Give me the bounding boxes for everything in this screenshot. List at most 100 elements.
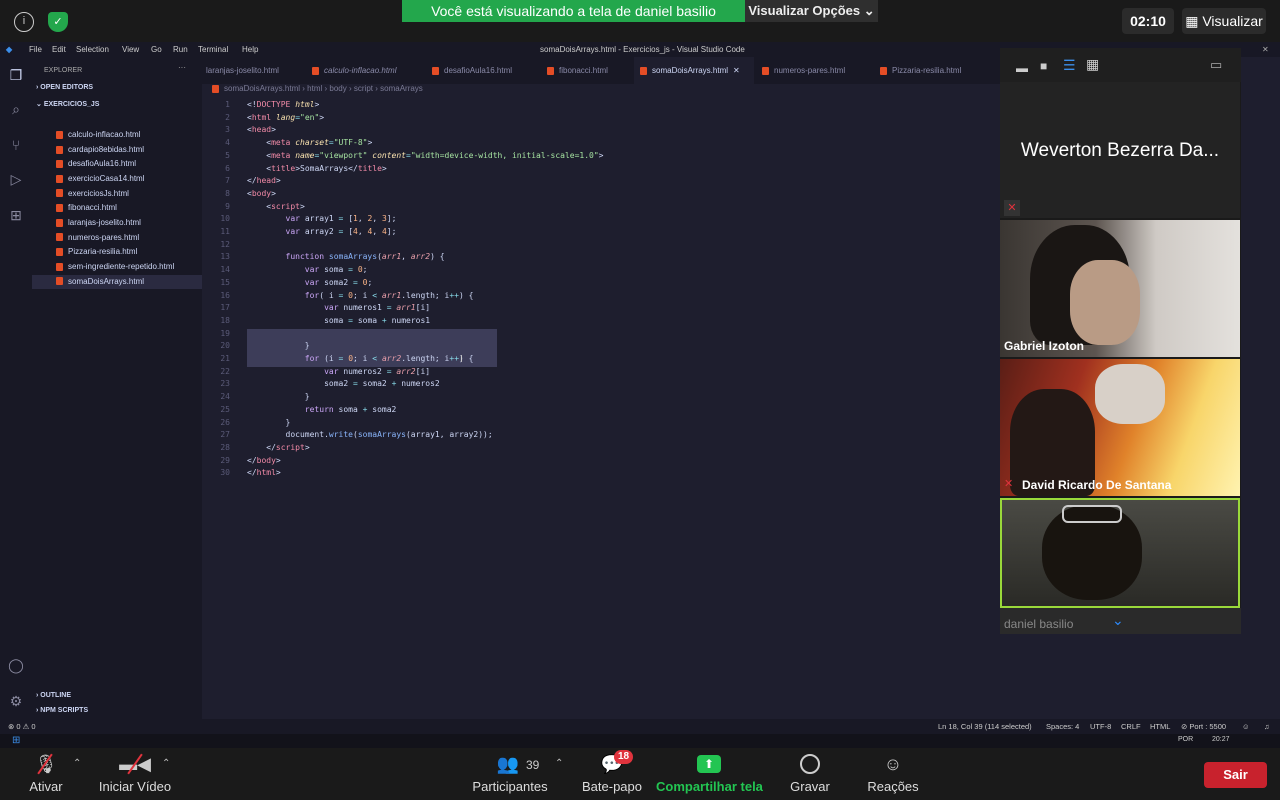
- breadcrumb-item[interactable]: somaDoisArrays.html: [224, 84, 300, 93]
- code-line[interactable]: 4 <meta charset="UTF-8">: [202, 137, 1000, 150]
- code-line[interactable]: 9 <script>: [202, 201, 1000, 214]
- folder-section[interactable]: ⌄ EXERCICIOS_JS: [36, 100, 99, 108]
- leave-meeting-button[interactable]: Sair: [1204, 762, 1267, 788]
- minimize-view-icon[interactable]: ▬: [1016, 61, 1028, 75]
- code-line[interactable]: 12: [202, 239, 1000, 252]
- chevron-down-icon[interactable]: ⌄: [1112, 612, 1124, 629]
- participant-tile[interactable]: Weverton Bezerra Da... ✕: [1000, 82, 1240, 218]
- popout-icon[interactable]: ▭: [1210, 57, 1222, 73]
- unmute-button[interactable]: 🎙 Ativar: [20, 748, 72, 800]
- feedback-icon[interactable]: ☺: [1242, 719, 1250, 734]
- view-button[interactable]: ▦ Visualizar: [1182, 8, 1266, 34]
- close-window-icon[interactable]: ✕: [1262, 42, 1269, 57]
- share-screen-button[interactable]: ⬆ Compartilhar tela: [656, 748, 763, 800]
- file-item[interactable]: cardapio8ebidas.html: [56, 143, 144, 157]
- tab-numeros-pares[interactable]: numeros-pares.html: [762, 57, 845, 84]
- strip-view-icon[interactable]: ☰: [1063, 57, 1076, 74]
- code-line[interactable]: 21 for (i = 0; i < arr2.length; i++) {: [202, 353, 1000, 366]
- file-item[interactable]: numeros-pares.html: [56, 231, 139, 245]
- file-item[interactable]: desafioAula16.html: [56, 157, 136, 171]
- file-item[interactable]: Pizzaria-resilia.html: [56, 245, 137, 259]
- tab-somaDoisArrays[interactable]: somaDoisArrays.html ✕: [634, 57, 754, 84]
- menu-file[interactable]: File: [29, 42, 42, 57]
- breadcrumb-item[interactable]: somaArrays: [380, 84, 423, 93]
- code-line[interactable]: 30 </html>: [202, 467, 1000, 480]
- extensions-icon[interactable]: ⊞: [6, 205, 26, 225]
- menu-selection[interactable]: Selection: [76, 42, 109, 57]
- code-line[interactable]: 20 }: [202, 340, 1000, 353]
- code-editor[interactable]: somaDoisArrays.html › html › body › scri…: [202, 84, 1000, 719]
- code-line[interactable]: 18 soma = soma + numeros1: [202, 315, 1000, 328]
- breadcrumb-item[interactable]: html: [307, 84, 322, 93]
- code-line[interactable]: 6 <title>SomaArrays</title>: [202, 163, 1000, 176]
- view-options-button[interactable]: Visualizar Opções ⌄: [745, 0, 878, 22]
- code-line[interactable]: 8 <body>: [202, 188, 1000, 201]
- breadcrumb-item[interactable]: body: [329, 84, 346, 93]
- tab-laranjas[interactable]: laranjas-joselito.html: [206, 57, 279, 84]
- tab-calculo[interactable]: calculo-inflacao.html: [312, 57, 396, 84]
- chevron-up-icon[interactable]: ⌃: [555, 758, 563, 769]
- live-server-port[interactable]: ⊘ Port : 5500: [1181, 719, 1226, 734]
- code-line[interactable]: 23 soma2 = soma2 + numeros2: [202, 378, 1000, 391]
- participants-button[interactable]: 👥 39 Participantes: [470, 748, 550, 800]
- code-line[interactable]: 27 document.write(somaArrays(array1, arr…: [202, 429, 1000, 442]
- code-line[interactable]: 22 var numeros2 = arr2[i]: [202, 366, 1000, 379]
- code-line[interactable]: 19: [202, 328, 1000, 341]
- breadcrumb-item[interactable]: script: [354, 84, 373, 93]
- source-control-icon[interactable]: ⑂: [6, 135, 26, 155]
- chevron-up-icon[interactable]: ⌃: [162, 758, 170, 769]
- chat-button[interactable]: 💬 18 Bate-papo: [578, 748, 646, 800]
- npm-scripts-section[interactable]: › NPM SCRIPTS: [36, 707, 88, 714]
- code-line[interactable]: 17 var numeros1 = arr1[i]: [202, 302, 1000, 315]
- file-item[interactable]: laranjas-joselito.html: [56, 216, 141, 230]
- code-line[interactable]: 13 function somaArrays(arr1, arr2) {: [202, 251, 1000, 264]
- start-video-button[interactable]: ▬◀ Iniciar Vídeo: [98, 748, 172, 800]
- language-mode[interactable]: HTML: [1150, 719, 1170, 734]
- code-line[interactable]: 26 }: [202, 417, 1000, 430]
- cursor-position[interactable]: Ln 18, Col 39 (114 selected): [938, 719, 1032, 734]
- code-line[interactable]: 2 <html lang="en">: [202, 112, 1000, 125]
- speaker-view-icon[interactable]: ■: [1040, 59, 1047, 73]
- search-icon[interactable]: ⌕: [6, 99, 26, 119]
- code-line[interactable]: 5 <meta name="viewport" content="width=d…: [202, 150, 1000, 163]
- file-item[interactable]: calculo-inflacao.html: [56, 128, 140, 142]
- problems-indicator[interactable]: ⊗ 0 ⚠ 0: [8, 719, 36, 734]
- menu-edit[interactable]: Edit: [52, 42, 66, 57]
- menu-run[interactable]: Run: [173, 42, 188, 57]
- reactions-button[interactable]: ☺ Reações: [862, 748, 924, 800]
- code-line[interactable]: 3 <head>: [202, 124, 1000, 137]
- outline-section[interactable]: › OUTLINE: [36, 692, 71, 699]
- code-line[interactable]: 24 }: [202, 391, 1000, 404]
- run-debug-icon[interactable]: ▷: [6, 169, 26, 189]
- open-editors-section[interactable]: › OPEN EDITORS: [36, 84, 93, 91]
- menu-go[interactable]: Go: [151, 42, 162, 57]
- info-icon[interactable]: i: [14, 12, 34, 32]
- code-line[interactable]: 14 var soma = 0;: [202, 264, 1000, 277]
- file-item[interactable]: exerciciosJs.html: [56, 187, 129, 201]
- code-line[interactable]: 10 var array1 = [1, 2, 3];: [202, 213, 1000, 226]
- file-item[interactable]: fibonacci.html: [56, 201, 117, 215]
- record-button[interactable]: Gravar: [782, 748, 838, 800]
- chevron-up-icon[interactable]: ⌃: [73, 758, 81, 769]
- code-line[interactable]: 11 var array2 = [4, 4, 4];: [202, 226, 1000, 239]
- code-line[interactable]: 16 for( i = 0; i < arr1.length; i++) {: [202, 290, 1000, 303]
- code-line[interactable]: 28 </script>: [202, 442, 1000, 455]
- close-tab-icon[interactable]: ✕: [733, 66, 740, 75]
- settings-gear-icon[interactable]: ⚙: [6, 691, 26, 711]
- menu-terminal[interactable]: Terminal: [198, 42, 228, 57]
- file-item[interactable]: somaDoisArrays.html: [32, 274, 202, 289]
- line-endings[interactable]: CRLF: [1121, 719, 1141, 734]
- participant-tile[interactable]: Gabriel Izoton: [1000, 220, 1240, 357]
- code-line[interactable]: 29 </body>: [202, 455, 1000, 468]
- tab-desafio[interactable]: desafioAula16.html: [432, 57, 512, 84]
- file-item[interactable]: exercicioCasa14.html: [56, 172, 144, 186]
- participant-tile[interactable]: ✕ David Ricardo De Santana: [1000, 359, 1240, 496]
- notifications-bell-icon[interactable]: ♫: [1264, 719, 1270, 734]
- code-line[interactable]: 25 return soma + soma2: [202, 404, 1000, 417]
- encoding[interactable]: UTF-8: [1090, 719, 1111, 734]
- code-line[interactable]: 15 var soma2 = 0;: [202, 277, 1000, 290]
- gallery-view-icon[interactable]: ▦: [1086, 56, 1099, 73]
- account-icon[interactable]: ◯: [6, 655, 26, 675]
- menu-help[interactable]: Help: [242, 42, 258, 57]
- participant-tile-active[interactable]: [1000, 498, 1240, 608]
